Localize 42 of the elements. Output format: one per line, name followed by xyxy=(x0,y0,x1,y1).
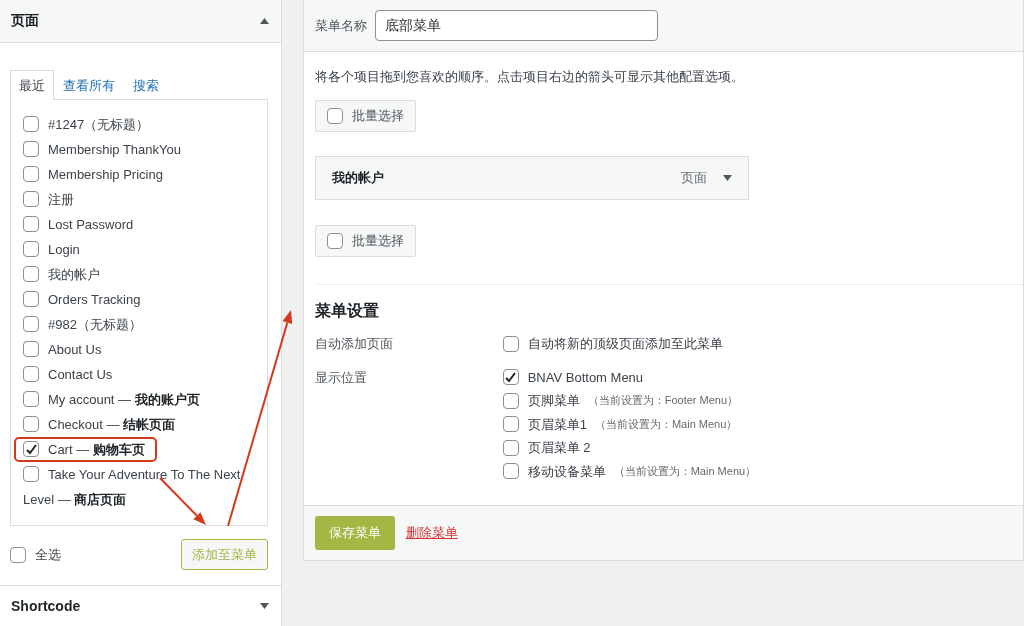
select-all-label[interactable]: 全选 xyxy=(35,545,61,564)
setting-label: 自动添加页面 xyxy=(314,335,394,353)
bulk-select-button[interactable]: 批量选择 xyxy=(314,225,416,257)
option-note: （当前设置为：Main Menu） xyxy=(594,416,738,432)
menu-item-bar[interactable]: 我的帐户 页面 xyxy=(314,156,749,200)
page-item-label[interactable]: My account — 我的账户页 xyxy=(23,387,255,412)
setting-label: 显示位置 xyxy=(314,368,368,387)
page-item-label[interactable]: Membership Pricing xyxy=(23,162,255,187)
section-heading: 菜单设置 xyxy=(314,301,380,321)
option-label[interactable]: 移动设备菜单 xyxy=(527,459,606,483)
page-item-label[interactable]: About Us xyxy=(23,337,255,362)
option-note: （当前设置为：Footer Menu） xyxy=(587,393,739,408)
menu-name-label: 菜单名称 xyxy=(314,16,367,35)
page-item-label[interactable]: Login xyxy=(23,237,255,262)
menu-item-title: 我的帐户 xyxy=(331,169,385,187)
option-label[interactable]: 页眉菜单 2 xyxy=(527,436,591,460)
panel-title: 页面 xyxy=(11,12,39,30)
page-item-label[interactable]: 注册 xyxy=(23,187,255,212)
tab[interactable]: 搜索 xyxy=(124,70,168,100)
tab[interactable]: 最近 xyxy=(10,70,54,100)
menu-name-field[interactable]: 底部菜单 xyxy=(374,10,658,41)
tab[interactable]: 查看所有 xyxy=(54,70,124,100)
page-item-label[interactable]: Lost Password xyxy=(23,212,255,237)
page-item-label[interactable]: #982（无标题） xyxy=(23,312,255,337)
option-label[interactable]: 页脚菜单 xyxy=(527,389,580,413)
page-item-label[interactable]: Take Your Adventure To The Next Level — 商店页面 xyxy=(23,462,255,512)
panel-title[interactable]: Shortcode xyxy=(11,598,81,614)
option-label[interactable]: 页眉菜单1 xyxy=(527,412,587,436)
instructions-text: 将各个项目拖到您喜欢的顺序。点击项目右边的箭头可显示其他配置选项。 xyxy=(314,68,745,86)
menu-item-type: 页面 xyxy=(680,169,707,187)
option-label[interactable]: BNAV Bottom Menu xyxy=(527,365,644,389)
page-item-label[interactable]: Membership ThankYou xyxy=(23,137,255,162)
page-item-label[interactable]: 我的帐户 xyxy=(23,262,255,287)
option-note: （当前设置为：Main Menu） xyxy=(613,463,757,479)
page-item-label[interactable]: Checkout — 结帐页面 xyxy=(23,412,255,437)
page-item-label[interactable]: #1247（无标题） xyxy=(23,112,255,137)
delete-menu-link[interactable]: 删除菜单 xyxy=(405,524,458,542)
page-item-label[interactable]: Cart — 购物车页 xyxy=(48,437,145,462)
page-item-label[interactable]: Contact Us xyxy=(23,362,255,387)
bulk-select-button[interactable]: 批量选择 xyxy=(314,100,416,132)
option-label[interactable]: 自动将新的顶级页面添加至此菜单 xyxy=(527,332,723,356)
page-item-label[interactable]: Orders Tracking xyxy=(23,287,255,312)
